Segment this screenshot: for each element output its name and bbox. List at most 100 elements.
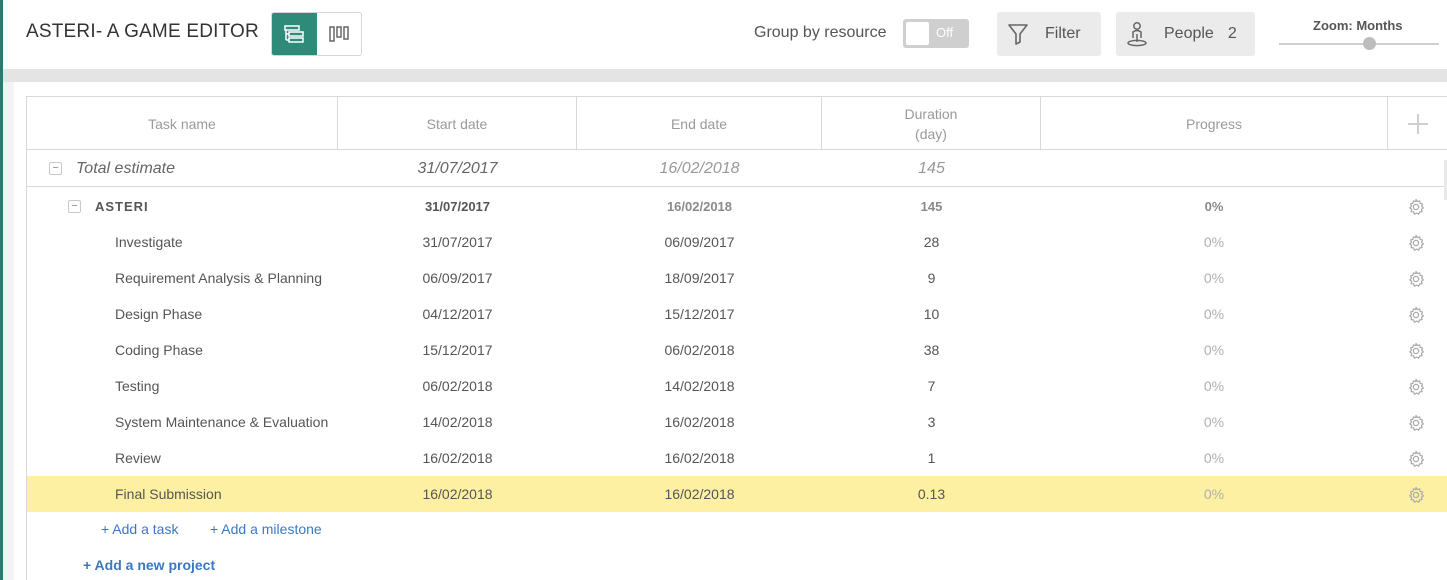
total-duration: 145 xyxy=(918,159,945,177)
task-duration[interactable]: 9 xyxy=(822,260,1041,296)
task-row[interactable]: Testing 06/02/2018 14/02/2018 7 0% xyxy=(27,368,1447,404)
task-progress[interactable]: 0% xyxy=(1041,260,1387,296)
task-name[interactable]: Testing xyxy=(115,368,159,404)
people-button[interactable]: People 2 xyxy=(1116,12,1255,56)
task-progress[interactable]: 0% xyxy=(1041,296,1387,332)
task-end-date[interactable]: 16/02/2018 xyxy=(577,440,822,476)
task-name[interactable]: Coding Phase xyxy=(115,332,203,368)
zoom-slider-handle[interactable] xyxy=(1362,37,1376,50)
gear-icon[interactable] xyxy=(1407,234,1425,252)
total-name: Total estimate xyxy=(76,159,176,177)
task-row[interactable]: Final Submission 16/02/2018 16/02/2018 0.13… xyxy=(27,476,1447,512)
task-end-date[interactable]: 16/02/2018 xyxy=(577,404,822,440)
toggle-state-label: Off xyxy=(936,25,954,40)
task-progress[interactable]: 0% xyxy=(1041,404,1387,440)
task-row[interactable]: System Maintenance & Evaluation 14/02/201… xyxy=(27,404,1447,440)
group-by-resource-toggle[interactable]: Off xyxy=(903,19,969,48)
task-name[interactable]: Review xyxy=(115,440,161,476)
project-name: ASTERI xyxy=(95,198,149,214)
filter-button[interactable]: Filter xyxy=(997,12,1101,56)
zoom-slider-track[interactable] xyxy=(1279,43,1439,45)
task-start-date[interactable]: 06/02/2018 xyxy=(338,368,577,404)
task-start-date[interactable]: 06/09/2017 xyxy=(338,260,577,296)
task-progress[interactable]: 0% xyxy=(1041,440,1387,476)
task-end-date[interactable]: 16/02/2018 xyxy=(577,476,822,512)
task-duration[interactable]: 3 xyxy=(822,404,1041,440)
add-new-project-link[interactable]: + Add a new project xyxy=(83,557,215,573)
top-toolbar: ASTERI- A GAME EDITOR Group by resource … xyxy=(3,0,1447,68)
task-duration[interactable]: 28 xyxy=(822,224,1041,260)
toolbar-divider xyxy=(3,69,1447,82)
task-start-date[interactable]: 16/02/2018 xyxy=(338,440,577,476)
total-end-date: 16/02/2018 xyxy=(659,159,740,177)
task-duration[interactable]: 7 xyxy=(822,368,1041,404)
gear-icon[interactable] xyxy=(1407,270,1425,288)
task-end-date[interactable]: 06/02/2018 xyxy=(577,332,822,368)
task-row[interactable]: Design Phase 04/12/2017 15/12/2017 10 0% xyxy=(27,296,1447,332)
gear-icon[interactable] xyxy=(1407,450,1425,468)
gear-icon[interactable] xyxy=(1407,486,1425,504)
task-name[interactable]: Requirement Analysis & Planning xyxy=(115,260,322,296)
gear-icon[interactable] xyxy=(1407,378,1425,396)
task-duration[interactable]: 38 xyxy=(822,332,1041,368)
filter-funnel-icon xyxy=(1008,24,1028,45)
column-header-progress[interactable]: Progress xyxy=(1041,97,1387,150)
gear-icon[interactable] xyxy=(1407,198,1425,216)
add-column-button[interactable] xyxy=(1387,97,1447,150)
column-header-duration[interactable]: Duration (day) xyxy=(822,97,1041,150)
task-row[interactable]: Review 16/02/2018 16/02/2018 1 0% xyxy=(27,440,1447,476)
task-end-date[interactable]: 18/09/2017 xyxy=(577,260,822,296)
column-header-start-date[interactable]: Start date xyxy=(338,97,577,150)
collapse-toggle-icon[interactable]: − xyxy=(68,199,81,213)
task-duration[interactable]: 1 xyxy=(822,440,1041,476)
task-duration[interactable]: 0.13 xyxy=(822,476,1041,512)
list-view-button[interactable] xyxy=(272,13,317,55)
project-row[interactable]: − ASTERI 31/07/2017 16/02/2018 145 0% xyxy=(27,188,1447,224)
task-start-date[interactable]: 31/07/2017 xyxy=(338,224,577,260)
board-view-button[interactable] xyxy=(317,13,362,55)
gear-icon[interactable] xyxy=(1407,306,1425,324)
column-header-end-date[interactable]: End date xyxy=(577,97,822,150)
view-switcher xyxy=(271,12,362,56)
task-end-date[interactable]: 14/02/2018 xyxy=(577,368,822,404)
zoom-label: Zoom: Months xyxy=(1313,18,1403,33)
task-row[interactable]: Requirement Analysis & Planning 06/09/201… xyxy=(27,260,1447,296)
task-start-date[interactable]: 15/12/2017 xyxy=(338,332,577,368)
grid-header: Task name Start date End date Duration (… xyxy=(27,97,1447,150)
task-progress[interactable]: 0% xyxy=(1041,368,1387,404)
add-milestone-link[interactable]: + Add a milestone xyxy=(210,521,322,537)
task-grid: Task name Start date End date Duration (… xyxy=(26,96,1447,580)
add-task-link[interactable]: + Add a task xyxy=(101,521,178,537)
project-name-cell: − ASTERI xyxy=(68,188,149,224)
plus-icon xyxy=(1408,113,1428,134)
project-end-date: 16/02/2018 xyxy=(666,198,733,214)
task-name[interactable]: Design Phase xyxy=(115,296,202,332)
task-duration[interactable]: 10 xyxy=(822,296,1041,332)
left-gutter xyxy=(3,82,14,580)
task-start-date[interactable]: 16/02/2018 xyxy=(338,476,577,512)
project-title: ASTERI- A GAME EDITOR xyxy=(26,21,259,42)
column-header-task-name[interactable]: Task name xyxy=(27,97,338,150)
person-pin-icon xyxy=(1127,22,1147,47)
task-name[interactable]: Investigate xyxy=(115,224,183,260)
gear-icon[interactable] xyxy=(1407,342,1425,360)
total-start-date: 31/07/2017 xyxy=(417,159,498,177)
collapse-toggle-icon[interactable]: − xyxy=(49,162,62,175)
task-row[interactable]: Investigate 31/07/2017 06/09/2017 28 0% xyxy=(27,224,1447,260)
gear-icon[interactable] xyxy=(1407,414,1425,432)
task-name[interactable]: System Maintenance & Evaluation xyxy=(115,404,328,440)
people-label: People xyxy=(1164,25,1214,42)
task-end-date[interactable]: 06/09/2017 xyxy=(577,224,822,260)
task-end-date[interactable]: 15/12/2017 xyxy=(577,296,822,332)
task-progress[interactable]: 0% xyxy=(1041,332,1387,368)
task-name[interactable]: Final Submission xyxy=(115,476,222,512)
task-start-date[interactable]: 14/02/2018 xyxy=(338,404,577,440)
group-by-resource-label: Group by resource xyxy=(754,24,887,41)
list-view-icon xyxy=(284,25,304,43)
project-start-date: 31/07/2017 xyxy=(424,198,491,214)
filter-label: Filter xyxy=(1045,25,1081,42)
task-start-date[interactable]: 04/12/2017 xyxy=(338,296,577,332)
task-row[interactable]: Coding Phase 15/12/2017 06/02/2018 38 0% xyxy=(27,332,1447,368)
task-progress[interactable]: 0% xyxy=(1041,224,1387,260)
task-progress[interactable]: 0% xyxy=(1041,476,1387,512)
